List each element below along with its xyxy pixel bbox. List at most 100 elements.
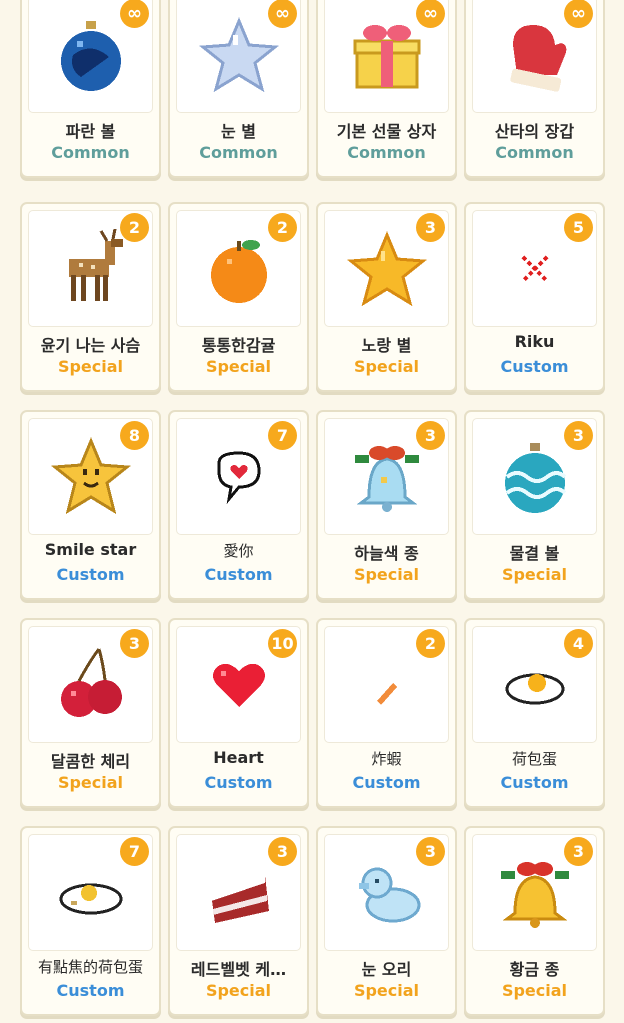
item-card[interactable]: 7 有點焦的荷包蛋 Custom [20,826,161,1016]
count-badge: 3 [564,421,593,450]
item-name: 하늘색 종 [354,544,419,563]
golden-bell-icon [500,861,569,928]
item-card[interactable]: ∞ 산타의 장갑 Common [464,0,605,178]
item-card[interactable]: 8 Smile star Custom [20,410,161,600]
gift-box-icon [353,24,420,88]
heart-icon [212,663,265,707]
rarity-label: Custom [352,773,421,792]
item-card[interactable]: ∞ 눈 별 Common [168,0,309,178]
item-card[interactable]: 3 레드벨벳 케… Special [168,826,309,1016]
item-name: 레드벨벳 케… [190,960,287,979]
item-card[interactable]: ∞ 기본 선물 상자 Common [316,0,457,178]
item-card[interactable]: 10 Heart Custom [168,618,309,808]
burnt-fried-egg-icon [59,883,122,914]
item-tile: ∞ [324,0,449,113]
smile-star-icon [50,436,131,514]
blue-ornament-icon [60,20,121,91]
rarity-label: Common [495,143,574,162]
red-velvet-cake-icon [210,868,269,923]
rarity-label: Special [205,357,272,376]
item-name: 노랑 별 [361,336,412,355]
item-name: 炸蝦 [371,750,402,768]
item-card[interactable]: ∞ 파란 볼 Common [20,0,161,178]
item-name: 荷包蛋 [511,750,557,768]
item-tile: 2 [176,210,301,327]
rarity-label: Custom [56,981,125,1000]
item-name: Heart [213,748,264,767]
rarity-label: Common [199,143,278,162]
count-badge: ∞ [564,0,593,28]
item-tile: 3 [324,834,449,951]
item-tile: 3 [176,834,301,951]
item-tile: 2 [28,210,153,327]
item-tile: 5 [472,210,597,327]
item-card[interactable]: 3 하늘색 종 Special [316,410,457,600]
item-card[interactable]: 3 달콤한 체리 Special [20,618,161,808]
item-card[interactable]: 2 炸蝦 Custom [316,618,457,808]
rarity-label: Special [501,565,568,584]
sky-blue-bell-icon [354,445,419,512]
count-badge: 8 [120,421,149,450]
item-name: Riku [514,332,555,351]
count-badge: 4 [564,629,593,658]
item-card[interactable]: 3 노랑 별 Special [316,202,457,392]
rarity-label: Custom [204,565,273,584]
item-card[interactable]: 3 황금 종 Special [464,826,605,1016]
rarity-label: Custom [56,565,125,584]
count-badge: 10 [268,629,297,658]
santa-mitten-icon [509,24,566,92]
item-name: 달콤한 체리 [50,752,131,771]
item-tile: 7 [28,834,153,951]
item-card[interactable]: 3 물결 볼 Special [464,410,605,600]
item-card[interactable]: 3 눈 오리 Special [316,826,457,1016]
rarity-label: Special [353,565,420,584]
cherry-icon [60,647,122,717]
count-badge: 7 [268,421,297,450]
item-card[interactable]: 7 愛你 Custom [168,410,309,600]
rarity-label: Custom [500,773,569,792]
rarity-label: Special [205,981,272,1000]
wave-ornament-icon [504,442,566,513]
item-name: 愛你 [223,542,254,560]
count-badge: ∞ [416,0,445,28]
item-card[interactable]: 2 윤기 나는 사슴 Special [20,202,161,392]
item-name: 윤기 나는 사슴 [40,336,141,355]
count-badge: ∞ [268,0,297,28]
rarity-label: Common [51,143,130,162]
rarity-label: Special [353,357,420,376]
item-tile: ∞ [28,0,153,113]
count-badge: 2 [268,213,297,242]
snow-duck-icon [358,867,420,922]
item-card[interactable]: 5 Riku Custom [464,202,605,392]
item-name: Smile star [44,540,137,559]
item-name: 산타의 장갑 [494,122,575,141]
count-badge: 3 [564,837,593,866]
deer-icon [68,228,123,301]
rarity-label: Special [353,981,420,1000]
item-name: 눈 별 [220,122,256,141]
item-name: 기본 선물 상자 [336,122,437,141]
ornament-grid: ∞ 파란 볼 Common ∞ 눈 별 Common ∞ 기본 선물 상자 Common ∞ 산타의… [0,0,624,1023]
count-badge: 7 [120,837,149,866]
count-badge: 3 [120,629,149,658]
count-badge: ∞ [120,0,149,28]
item-tile: 10 [176,626,301,743]
count-badge: 3 [268,837,297,866]
tangerine-icon [210,239,267,303]
heart-speech-bubble-icon [217,450,261,504]
count-badge: 2 [120,213,149,242]
red-x-icon [521,255,548,282]
item-name: 눈 오리 [361,960,412,979]
count-badge: 2 [416,629,445,658]
item-tile: 7 [176,418,301,535]
rarity-label: Custom [500,357,569,376]
item-card[interactable]: 2 통통한감귤 Special [168,202,309,392]
fried-egg-icon [505,673,564,704]
item-card[interactable]: 4 荷包蛋 Custom [464,618,605,808]
item-tile: 3 [324,210,449,327]
rarity-label: Special [57,773,124,792]
item-tile: 8 [28,418,153,535]
item-tile: ∞ [472,0,597,113]
rarity-label: Custom [204,773,273,792]
count-badge: 5 [564,213,593,242]
